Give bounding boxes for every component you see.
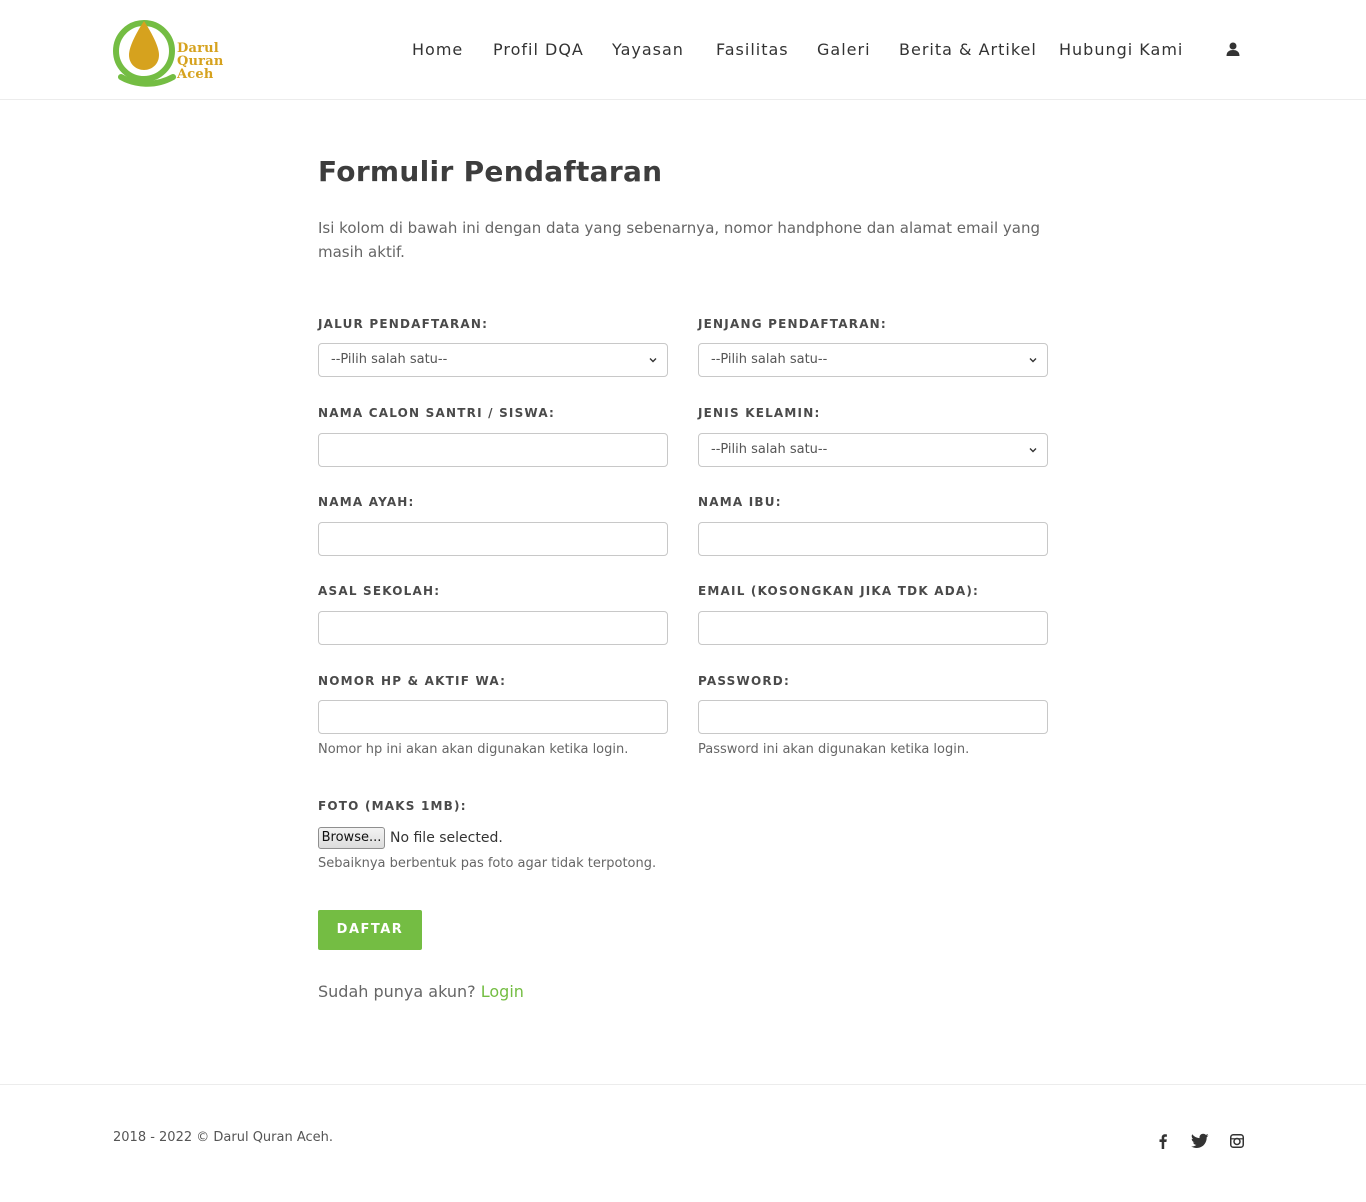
nama-ayah-label: NAMA AYAH: (318, 495, 415, 509)
nama-ibu-label: NAMA IBU: (698, 495, 782, 509)
logo-mark-icon (113, 20, 176, 87)
logo-line-3: Aceh (177, 67, 214, 82)
foto-help: Sebaiknya berbentuk pas foto agar tidak … (318, 856, 657, 871)
login-link[interactable]: Login (481, 982, 524, 1001)
logo-wordmark: Darul Quran Aceh (177, 42, 224, 81)
chevron-down-icon (649, 358, 657, 363)
jalur-select-value: --Pilih salah satu-- (331, 352, 448, 367)
email-label: EMAIL (KOSONGKAN JIKA TDK ADA): (698, 584, 980, 598)
chevron-down-icon (1029, 448, 1037, 453)
nav-yayasan[interactable]: Yayasan (612, 40, 684, 59)
instagram-icon[interactable] (1230, 1134, 1244, 1148)
form-intro: Isi kolom di bawah ini dengan data yang … (318, 219, 1040, 261)
jenjang-select-value: --Pilih salah satu-- (711, 352, 828, 367)
nama-santri-input[interactable] (318, 433, 668, 467)
file-status: No file selected. (390, 830, 503, 846)
nomor-hp-input[interactable] (318, 700, 668, 734)
jenjang-select[interactable]: --Pilih salah satu-- (698, 343, 1048, 377)
nav-fasilitas[interactable]: Fasilitas (716, 40, 789, 59)
nav-hubungi-kami[interactable]: Hubungi Kami (1059, 40, 1183, 59)
browse-button[interactable]: Browse... (318, 827, 385, 849)
user-icon[interactable] (1225, 41, 1241, 57)
foto-label: FOTO (MAKS 1MB): (318, 799, 467, 813)
password-help: Password ini akan digunakan ketika login… (698, 742, 970, 757)
facebook-icon[interactable] (1155, 1133, 1171, 1149)
site-header: Darul Quran Aceh Home Profil DQA Yayasan… (0, 0, 1366, 100)
site-footer: 2018 - 2022 © Darul Quran Aceh. (0, 1084, 1366, 1202)
nama-ibu-input[interactable] (698, 522, 1048, 556)
password-label: PASSWORD: (698, 674, 790, 688)
jenis-kelamin-select-value: --Pilih salah satu-- (711, 442, 828, 457)
nav-berita-artikel[interactable]: Berita & Artikel (899, 40, 1037, 59)
twitter-icon[interactable] (1191, 1133, 1209, 1149)
daftar-button[interactable]: DAFTAR (318, 910, 422, 950)
asal-sekolah-label: ASAL SEKOLAH: (318, 584, 441, 598)
login-prompt: Sudah punya akun? (318, 982, 476, 1001)
chevron-down-icon (1029, 358, 1037, 363)
nav-galeri[interactable]: Galeri (817, 40, 871, 59)
asal-sekolah-input[interactable] (318, 611, 668, 645)
nomor-hp-help: Nomor hp ini akan akan digunakan ketika … (318, 742, 629, 757)
login-prompt-line: Sudah punya akun? Login (318, 982, 524, 1001)
nomor-hp-label: NOMOR HP & AKTIF WA: (318, 674, 507, 688)
copyright-text: 2018 - 2022 © Darul Quran Aceh. (113, 1130, 334, 1145)
jenis-kelamin-select[interactable]: --Pilih salah satu-- (698, 433, 1048, 467)
page-title: Formulir Pendaftaran (318, 155, 663, 188)
jenjang-label: JENJANG PENDAFTARAN: (698, 317, 887, 331)
jalur-label: JALUR PENDAFTARAN: (318, 317, 489, 331)
jenis-kelamin-label: JENIS KELAMIN: (698, 406, 821, 420)
nav-profil-dqa[interactable]: Profil DQA (493, 40, 584, 59)
site-logo[interactable]: Darul Quran Aceh (113, 15, 233, 87)
nav-home[interactable]: Home (412, 40, 463, 59)
email-input[interactable] (698, 611, 1048, 645)
jalur-select[interactable]: --Pilih salah satu-- (318, 343, 668, 377)
password-input[interactable] (698, 700, 1048, 734)
nama-santri-label: NAMA CALON SANTRI / SISWA: (318, 406, 556, 420)
nama-ayah-input[interactable] (318, 522, 668, 556)
